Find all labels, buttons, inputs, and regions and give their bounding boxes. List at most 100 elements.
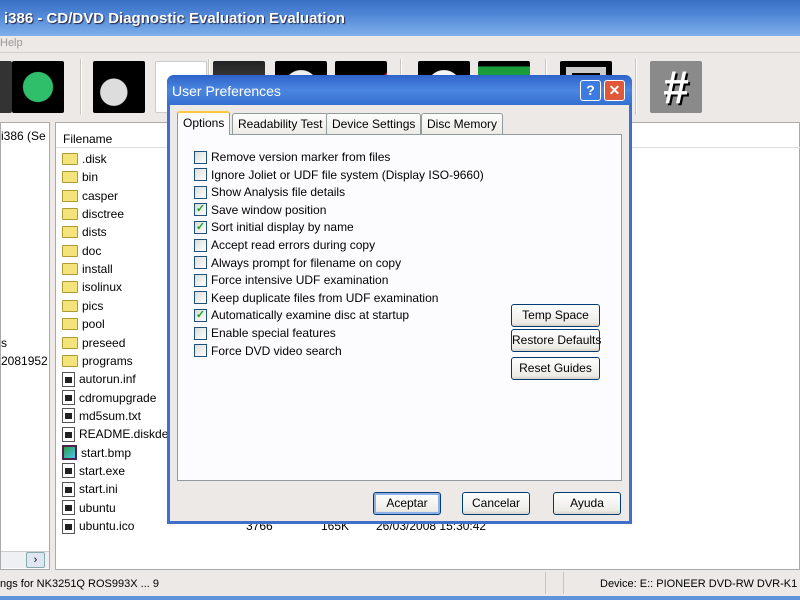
option-checkbox[interactable]: Force intensive UDF examination	[194, 272, 388, 288]
file-name: start.exe	[79, 463, 126, 478]
dialog-title: User Preferences	[172, 83, 281, 99]
file-row[interactable]: ubuntu.ico	[62, 517, 134, 535]
file-row[interactable]: disctree	[62, 205, 124, 223]
option-label: Automatically examine disc at startup	[211, 308, 410, 323]
file-name: .disk	[82, 152, 107, 166]
file-name: programs	[82, 353, 133, 368]
tree-pane[interactable]: i386 (Se s 2081952 ›	[0, 122, 50, 570]
tree-text: 2081952	[1, 354, 48, 368]
checkbox-unchecked[interactable]	[194, 150, 207, 164]
file-row[interactable]: preseed	[62, 334, 125, 352]
checkbox-checked[interactable]: ✓	[194, 203, 207, 217]
help-icon[interactable]: ?	[580, 80, 601, 101]
file-row[interactable]: pics	[62, 297, 103, 315]
option-checkbox[interactable]: Remove version marker from files	[194, 149, 390, 165]
dialog-body: Options Readability Test Device Settings…	[170, 105, 629, 521]
file-name: start.bmp	[81, 445, 132, 460]
image-file-icon	[62, 445, 77, 461]
checkbox-checked[interactable]: ✓	[194, 308, 207, 322]
status-bar: ngs for NK3251Q ROS993X ... 9 Device: E:…	[0, 572, 800, 596]
file-icon	[62, 390, 75, 406]
tab-readability-test[interactable]: Readability Test	[232, 113, 329, 134]
menu-help[interactable]: Help	[0, 37, 23, 49]
option-label: Enable special features	[211, 326, 336, 340]
file-row[interactable]: .disk	[62, 150, 107, 168]
restore-defaults-button[interactable]: Restore Defaults	[511, 329, 601, 352]
file-row[interactable]: programs	[62, 352, 133, 370]
file-name: preseed	[82, 335, 126, 350]
device-status: Device: E:: PIONEER DVD-RW DVR-K1	[600, 578, 798, 590]
checkbox-unchecked[interactable]	[194, 326, 207, 340]
horizontal-scrollbar[interactable]: ›	[1, 551, 49, 568]
user-preferences-dialog: User Preferences ? ✕ Options Readability…	[167, 75, 632, 524]
file-row[interactable]: start.bmp	[62, 444, 131, 462]
file-name: md5sum.txt	[79, 408, 142, 423]
file-row[interactable]: isolinux	[62, 278, 122, 296]
option-checkbox[interactable]: Accept read errors during copy	[194, 237, 375, 253]
checkbox-unchecked[interactable]	[194, 344, 207, 358]
checkbox-checked[interactable]: ✓	[194, 220, 207, 234]
toolbar-separator	[80, 59, 82, 115]
tree-text: s	[1, 336, 7, 350]
drive-icon[interactable]	[0, 61, 12, 113]
option-checkbox[interactable]: Ignore Joliet or UDF file system (Displa…	[194, 167, 484, 183]
file-name: disctree	[82, 207, 125, 222]
option-checkbox[interactable]: Force DVD video search	[194, 343, 342, 359]
file-name: dists	[82, 225, 107, 240]
refresh-icon[interactable]	[12, 61, 64, 113]
option-checkbox[interactable]: ✓ Save window position	[194, 202, 326, 218]
option-label: Force DVD video search	[211, 343, 342, 358]
checkbox-unchecked[interactable]	[194, 256, 207, 270]
option-checkbox[interactable]: ✓ Sort initial display by name	[194, 219, 354, 235]
reset-guides-button[interactable]: Reset Guides	[511, 357, 600, 380]
option-checkbox[interactable]: Keep duplicate files from UDF examinatio…	[194, 290, 438, 306]
tree-header[interactable]: i386 (Se	[1, 129, 46, 143]
file-name: ubuntu.ico	[79, 519, 135, 533]
file-row[interactable]: start.ini	[62, 480, 118, 498]
tab-disc-memory[interactable]: Disc Memory	[421, 113, 504, 134]
cancel-button[interactable]: Cancelar	[462, 492, 530, 515]
file-row[interactable]: start.exe	[62, 462, 125, 480]
help-button[interactable]: Ayuda	[553, 492, 621, 515]
close-icon[interactable]: ✕	[604, 80, 625, 101]
option-checkbox[interactable]: Enable special features	[194, 325, 336, 341]
file-row[interactable]: bin	[62, 168, 98, 186]
checkbox-unchecked[interactable]	[194, 273, 207, 287]
option-label: Sort initial display by name	[211, 220, 354, 235]
file-icon	[62, 371, 75, 387]
file-row[interactable]: cdromupgrade	[62, 389, 156, 407]
file-icon	[62, 463, 75, 479]
scroll-right-button[interactable]: ›	[26, 552, 45, 568]
folder-icon	[62, 336, 78, 349]
temp-space-button[interactable]: Temp Space	[511, 304, 600, 327]
file-row[interactable]: doc	[62, 242, 101, 260]
option-label: Save window position	[211, 202, 327, 217]
tab-options[interactable]: Options	[177, 111, 231, 135]
options-panel: Remove version marker from files Ignore J…	[177, 134, 622, 481]
file-row[interactable]: install	[62, 260, 113, 278]
file-row[interactable]: ubuntu	[62, 499, 116, 517]
file-row[interactable]: md5sum.txt	[62, 407, 141, 425]
folder-icon	[62, 354, 78, 367]
option-checkbox[interactable]: ✓ Automatically examine disc at startup	[194, 307, 409, 323]
option-label: Accept read errors during copy	[211, 238, 376, 252]
option-checkbox[interactable]: Always prompt for filename on copy	[194, 255, 401, 271]
file-row[interactable]: README.diskdef	[62, 425, 172, 443]
checkbox-unchecked[interactable]	[194, 291, 207, 305]
file-row[interactable]: autorun.inf	[62, 370, 136, 388]
tab-device-settings[interactable]: Device Settings	[326, 113, 422, 134]
disc-scan-icon[interactable]	[93, 61, 145, 113]
checkbox-unchecked[interactable]	[194, 168, 207, 182]
file-row[interactable]: pool	[62, 315, 105, 333]
hash-icon[interactable]: #	[650, 61, 702, 113]
option-checkbox[interactable]: Show Analysis file details	[194, 184, 345, 200]
ok-button[interactable]: Aceptar	[373, 492, 441, 515]
file-row[interactable]: dists	[62, 223, 107, 241]
file-row[interactable]: casper	[62, 187, 118, 205]
file-name: bin	[82, 170, 99, 185]
taskbar-strip	[0, 596, 800, 600]
file-icon	[62, 518, 75, 534]
folder-icon	[62, 318, 78, 331]
checkbox-unchecked[interactable]	[194, 185, 207, 199]
checkbox-unchecked[interactable]	[194, 238, 207, 252]
